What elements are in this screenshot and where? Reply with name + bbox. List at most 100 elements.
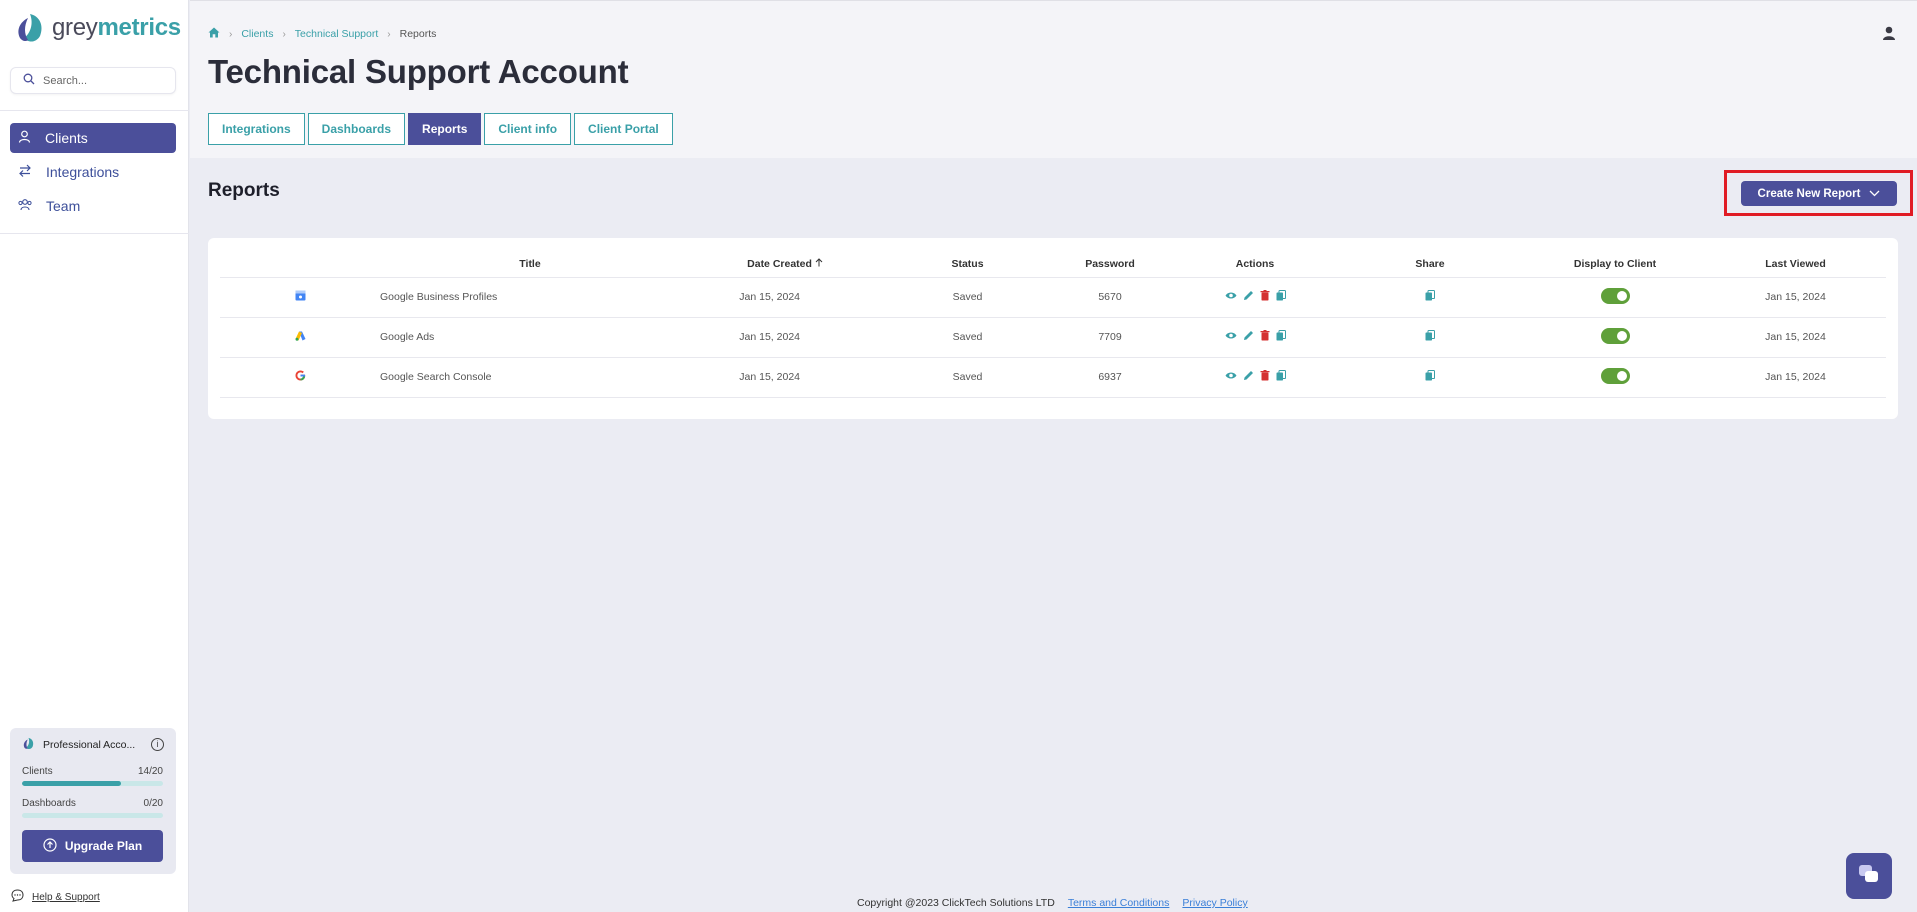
chat-widget-button[interactable] bbox=[1846, 853, 1892, 899]
display-to-client-toggle[interactable] bbox=[1600, 327, 1630, 344]
table-row[interactable]: Google Ads Jan 15, 2024 Saved 7709 Jan 1… bbox=[220, 317, 1886, 358]
home-icon[interactable] bbox=[208, 27, 220, 41]
table-row[interactable]: Google Business Profiles Jan 15, 2024 Sa… bbox=[220, 277, 1886, 318]
reports-table: Title Date Created Status Password Actio… bbox=[220, 251, 1886, 398]
create-new-report-button[interactable]: Create New Report bbox=[1741, 181, 1897, 206]
clients-value: 14/20 bbox=[137, 766, 163, 777]
report-title: Google Ads bbox=[380, 317, 680, 358]
privacy-link[interactable]: Privacy Policy bbox=[1182, 897, 1247, 909]
section-title: Reports bbox=[208, 180, 280, 201]
dashboards-progress-bar bbox=[22, 813, 163, 818]
column-header-share: Share bbox=[1335, 251, 1525, 278]
table-header-row: Title Date Created Status Password Actio… bbox=[220, 251, 1886, 278]
clients-meter: Clients 14/20 bbox=[22, 766, 163, 786]
column-header-display: Display to Client bbox=[1525, 251, 1705, 278]
sort-arrow-up-icon bbox=[815, 258, 823, 270]
column-header-last-viewed[interactable]: Last Viewed bbox=[1705, 251, 1886, 278]
report-title: Google Business Profiles bbox=[380, 277, 680, 318]
report-last-viewed: Jan 15, 2024 bbox=[1705, 317, 1886, 358]
user-profile-icon[interactable] bbox=[1881, 25, 1897, 41]
eye-icon[interactable] bbox=[1225, 331, 1237, 343]
arrows-swap-icon bbox=[18, 164, 32, 180]
column-header-title[interactable]: Title bbox=[380, 251, 680, 278]
logo-mark-icon bbox=[14, 12, 46, 44]
report-date-created: Jan 15, 2024 bbox=[680, 317, 890, 358]
report-date-created: Jan 15, 2024 bbox=[680, 277, 890, 318]
sidebar: greymetrics Clients Integrations Team Pr bbox=[0, 0, 189, 912]
upgrade-icon bbox=[43, 837, 57, 855]
clients-label: Clients bbox=[22, 766, 53, 777]
display-to-client-toggle[interactable] bbox=[1600, 367, 1630, 384]
edit-pencil-icon[interactable] bbox=[1243, 370, 1254, 384]
report-title: Google Search Console bbox=[380, 357, 680, 398]
chat-icon bbox=[1858, 864, 1880, 889]
breadcrumb-current: Reports bbox=[399, 28, 437, 40]
breadcrumb-separator: › bbox=[282, 28, 286, 40]
highlight-box: Create New Report bbox=[1724, 170, 1913, 216]
tab-client-info[interactable]: Client info bbox=[484, 113, 572, 145]
report-last-viewed: Jan 15, 2024 bbox=[1705, 357, 1886, 398]
account-card: Professional Acco... i Clients 14/20 Dash… bbox=[10, 728, 176, 874]
share-copy-icon[interactable] bbox=[1425, 290, 1435, 304]
copy-icon[interactable] bbox=[1276, 290, 1286, 304]
eye-icon[interactable] bbox=[1225, 291, 1237, 303]
breadcrumb-clients[interactable]: Clients bbox=[241, 28, 273, 40]
edit-pencil-icon[interactable] bbox=[1243, 290, 1254, 304]
nav-divider bbox=[0, 233, 189, 234]
help-support-link[interactable]: Help & Support bbox=[32, 892, 100, 903]
sidebar-item-clients[interactable]: Clients bbox=[10, 123, 176, 153]
column-header-date-created[interactable]: Date Created bbox=[680, 251, 890, 278]
share-copy-icon[interactable] bbox=[1425, 370, 1435, 384]
tab-dashboards[interactable]: Dashboards bbox=[307, 113, 406, 145]
create-new-report-label: Create New Report bbox=[1757, 187, 1861, 200]
upgrade-plan-label: Upgrade Plan bbox=[64, 839, 143, 853]
copy-icon[interactable] bbox=[1276, 370, 1286, 384]
column-header-icon bbox=[220, 251, 380, 278]
eye-icon[interactable] bbox=[1225, 371, 1237, 383]
sidebar-item-team[interactable]: Team bbox=[10, 191, 176, 221]
clients-progress-fill bbox=[22, 781, 121, 786]
sidebar-item-label: Clients bbox=[45, 130, 88, 146]
chevron-down-icon bbox=[1860, 188, 1880, 200]
info-icon[interactable]: i bbox=[151, 738, 164, 751]
tab-reports[interactable]: Reports bbox=[408, 113, 482, 145]
breadcrumb-separator: › bbox=[229, 28, 233, 40]
search-box[interactable] bbox=[10, 67, 176, 94]
report-status: Saved bbox=[890, 277, 1045, 318]
sidebar-item-integrations[interactable]: Integrations bbox=[10, 157, 176, 187]
report-password: 6937 bbox=[1045, 357, 1175, 398]
column-header-status[interactable]: Status bbox=[890, 251, 1045, 278]
sidebar-item-label: Integrations bbox=[46, 164, 120, 180]
upgrade-plan-button[interactable]: Upgrade Plan bbox=[22, 830, 163, 862]
help-support: Help & Support bbox=[11, 889, 100, 905]
chat-bubble-icon bbox=[11, 889, 24, 905]
google-business-profile-icon bbox=[295, 290, 306, 304]
tab-integrations[interactable]: Integrations bbox=[208, 113, 305, 145]
breadcrumb-technical-support[interactable]: Technical Support bbox=[295, 28, 378, 40]
logo[interactable]: greymetrics bbox=[14, 12, 181, 44]
edit-pencil-icon[interactable] bbox=[1243, 330, 1254, 344]
copy-icon[interactable] bbox=[1276, 330, 1286, 344]
column-header-password[interactable]: Password bbox=[1045, 251, 1175, 278]
page-title: Technical Support Account bbox=[208, 53, 629, 90]
reports-card: Title Date Created Status Password Actio… bbox=[208, 238, 1898, 419]
user-icon bbox=[18, 130, 31, 146]
sidebar-item-label: Team bbox=[46, 198, 81, 214]
tab-client-portal[interactable]: Client Portal bbox=[574, 113, 673, 145]
tab-bar: Integrations Dashboards Reports Client i… bbox=[208, 113, 676, 145]
search-input[interactable] bbox=[43, 74, 163, 87]
delete-trash-icon[interactable] bbox=[1260, 290, 1270, 304]
clients-progress-bar bbox=[22, 781, 163, 786]
copyright-text: Copyright @2023 ClickTech Solutions LTD bbox=[857, 897, 1055, 909]
table-row[interactable]: Google Search Console Jan 15, 2024 Saved… bbox=[220, 357, 1886, 398]
google-search-console-icon bbox=[295, 370, 306, 384]
share-copy-icon[interactable] bbox=[1425, 330, 1435, 344]
report-password: 5670 bbox=[1045, 277, 1175, 318]
terms-link[interactable]: Terms and Conditions bbox=[1068, 897, 1170, 909]
delete-trash-icon[interactable] bbox=[1260, 370, 1270, 384]
nav-divider bbox=[0, 110, 189, 111]
column-header-actions: Actions bbox=[1175, 251, 1335, 278]
breadcrumb-separator: › bbox=[387, 28, 391, 40]
display-to-client-toggle[interactable] bbox=[1600, 287, 1630, 304]
delete-trash-icon[interactable] bbox=[1260, 330, 1270, 344]
